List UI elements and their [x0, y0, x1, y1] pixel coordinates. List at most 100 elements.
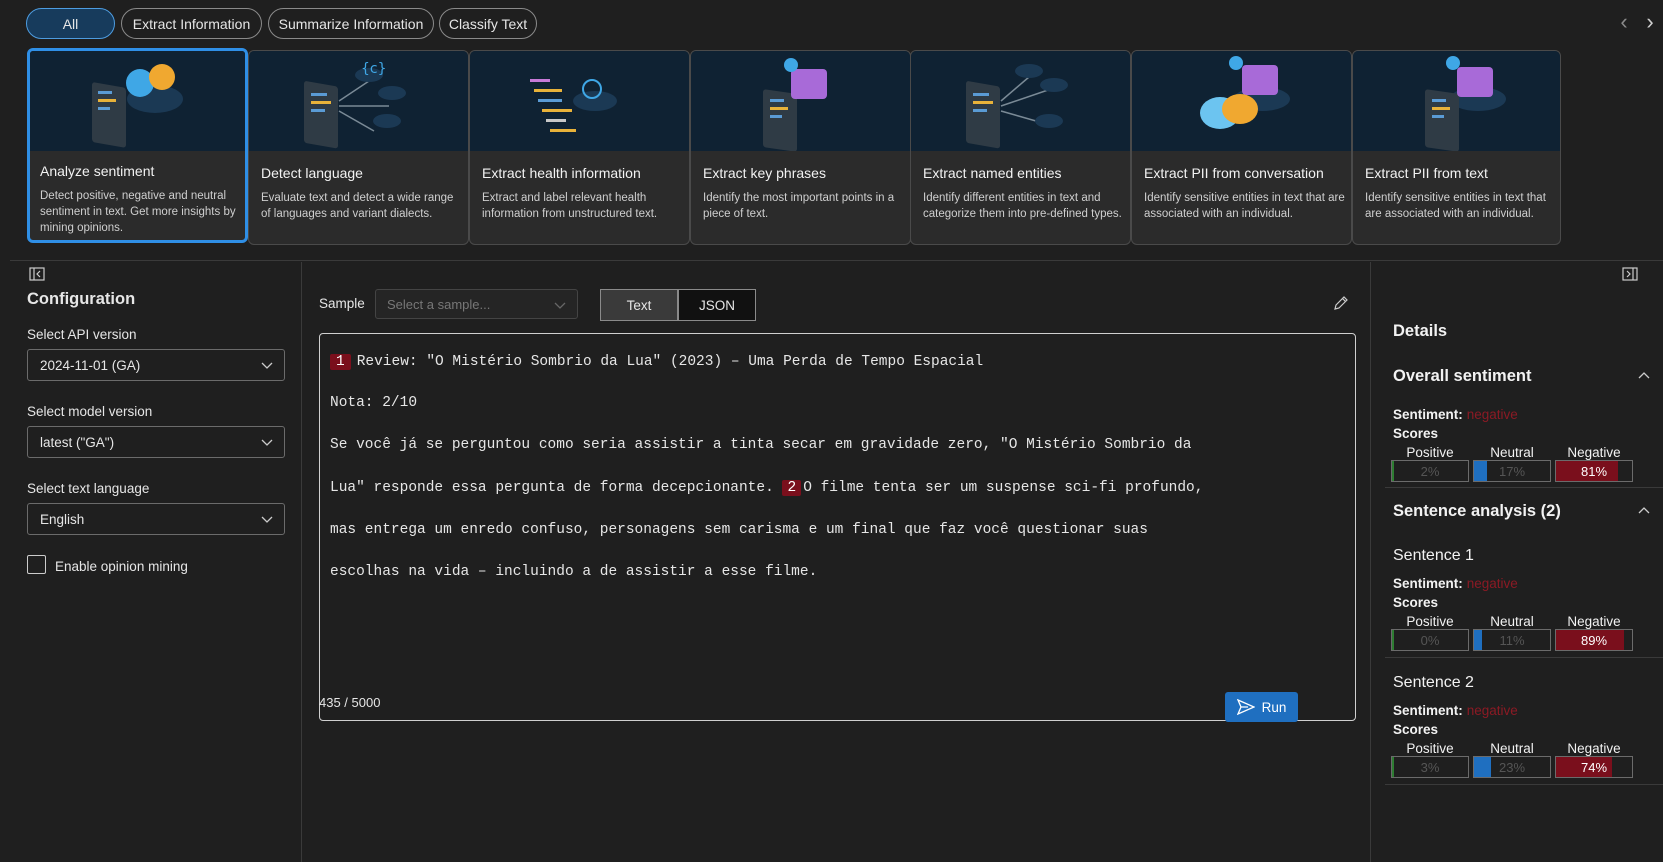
card-detect-language[interactable]: {c} Detect language Evaluate text and de… — [248, 50, 469, 245]
neutral-header: Neutral — [1490, 614, 1534, 629]
scenario-gallery: All Extract Information Summarize Inform… — [0, 0, 1663, 262]
divider — [1385, 487, 1663, 488]
card-title: Extract PII from text — [1365, 165, 1488, 181]
neutral-header: Neutral — [1490, 445, 1534, 460]
sentiment-label: Sentiment: — [1393, 576, 1463, 591]
card-extract-pii-text[interactable]: Extract PII from text Identify sensitive… — [1352, 50, 1561, 245]
sentence-2-negative-bar: 74% — [1555, 756, 1633, 778]
card-title: Extract health information — [482, 165, 641, 181]
sentence-2-negative-score: 74% — [1580, 759, 1608, 775]
filter-summarize-information[interactable]: Summarize Information — [268, 8, 434, 39]
positive-header: Positive — [1406, 614, 1454, 629]
overall-negative-bar: 81% — [1555, 460, 1633, 482]
overall-negative-score: 81% — [1580, 463, 1608, 479]
text-line-content: Lua" responde essa pergunta de forma dec… — [330, 480, 774, 496]
text-line: escolhas na vida – incluindo a de assist… — [330, 564, 818, 580]
text-language-select[interactable]: English — [27, 503, 285, 535]
api-version-select[interactable]: 2024-11-01 (GA) — [27, 349, 285, 381]
card-title: Analyze sentiment — [40, 163, 155, 179]
overall-positive-bar: 2% — [1391, 460, 1469, 482]
overall-neutral-score: 17% — [1498, 463, 1526, 479]
sentence-2-positive-score: 3% — [1420, 759, 1440, 775]
sample-select[interactable]: Select a sample... — [375, 289, 578, 319]
tab-text[interactable]: Text — [600, 289, 678, 321]
configuration-panel: Configuration Select API version 2024-11… — [10, 262, 302, 862]
card-extract-named-entities[interactable]: Extract named entities Identify differen… — [910, 50, 1131, 245]
chevron-down-icon — [554, 302, 566, 309]
card-extract-pii-conversation[interactable]: Extract PII from conversation Identify s… — [1131, 50, 1352, 245]
language-art-icon: {c} — [249, 51, 468, 151]
card-title: Extract named entities — [923, 165, 1062, 181]
sentence-marker: 1 — [330, 354, 351, 370]
chevron-down-icon — [261, 362, 273, 369]
divider — [1385, 784, 1663, 785]
text-line: Nota: 2/10 — [330, 395, 418, 411]
health-art-icon — [470, 51, 689, 151]
text-editor[interactable]: 1 Review: "O Mistério Sombrio da Lua" (20… — [319, 333, 1356, 721]
neutral-header: Neutral — [1490, 741, 1534, 756]
sentiment-value: negative — [1466, 407, 1518, 422]
filter-classify-text[interactable]: Classify Text — [439, 8, 537, 39]
scores-label: Scores — [1393, 426, 1439, 441]
sentence-marker: 2 — [782, 480, 802, 496]
positive-header: Positive — [1406, 741, 1454, 756]
text-line-content: O filme tenta ser um suspense sci-fi pro… — [803, 480, 1204, 496]
card-title: Detect language — [261, 165, 363, 181]
sentiment-row: Sentiment: negative — [1393, 576, 1518, 591]
sentence-1-positive-score: 0% — [1420, 632, 1440, 648]
sentence-1-title: Sentence 1 — [1393, 547, 1474, 564]
scroll-left-icon[interactable]: ‹ — [1614, 9, 1634, 34]
opinion-mining-label: Enable opinion mining — [55, 559, 188, 574]
model-version-select[interactable]: latest ("GA") — [27, 426, 285, 458]
pii-conversation-art-icon — [1132, 51, 1351, 151]
api-version-label: Select API version — [27, 327, 137, 342]
collapse-panel-icon[interactable] — [29, 267, 45, 281]
filter-extract-information[interactable]: Extract Information — [121, 8, 262, 39]
collapse-details-icon[interactable] — [1622, 267, 1638, 281]
chevron-down-icon — [261, 516, 273, 523]
text-line: Lua" responde essa pergunta de forma dec… — [330, 480, 1203, 496]
entities-art-icon — [911, 51, 1130, 151]
sentence-1-neutral-score: 11% — [1499, 632, 1525, 648]
text-line: 1 Review: "O Mistério Sombrio da Lua" (20… — [330, 354, 983, 370]
edit-pencil-icon[interactable] — [1332, 294, 1350, 312]
scores-label: Scores — [1393, 595, 1439, 610]
sentence-2-title: Sentence 2 — [1393, 674, 1474, 691]
sentiment-value: negative — [1466, 703, 1518, 718]
overall-neutral-bar: 17% — [1473, 460, 1551, 482]
chevron-up-icon[interactable] — [1637, 368, 1651, 382]
tab-json[interactable]: JSON — [678, 289, 756, 321]
card-description: Detect positive, negative and neutral se… — [40, 190, 236, 234]
divider — [1385, 657, 1663, 658]
chevron-up-icon[interactable] — [1637, 503, 1651, 517]
negative-header: Negative — [1567, 445, 1621, 460]
card-title: Extract key phrases — [703, 165, 826, 181]
sentiment-value: negative — [1466, 576, 1518, 591]
card-title: Extract PII from conversation — [1144, 165, 1324, 181]
configuration-title: Configuration — [27, 290, 136, 308]
filter-all[interactable]: All — [26, 8, 115, 39]
chevron-down-icon — [261, 439, 273, 446]
card-analyze-sentiment[interactable]: Analyze sentiment Detect positive, negat… — [27, 48, 248, 243]
sentence-1-negative-bar: 89% — [1555, 629, 1633, 651]
text-line-content: Review: "O Mistério Sombrio da Lua" (202… — [356, 354, 984, 370]
overall-sentiment-title: Overall sentiment — [1393, 367, 1532, 385]
negative-header: Negative — [1567, 741, 1621, 756]
card-description: Identify different entities in text and … — [923, 192, 1122, 220]
pii-text-art-icon — [1353, 51, 1560, 152]
opinion-mining-checkbox[interactable] — [27, 555, 46, 574]
card-description: Identify sensitive entities in text that… — [1365, 192, 1546, 220]
overall-positive-score: 2% — [1420, 463, 1440, 479]
card-extract-key-phrases[interactable]: Extract key phrases Identify the most im… — [690, 50, 911, 245]
card-description: Evaluate text and detect a wide range of… — [261, 192, 454, 220]
sentence-2-neutral-score: 23% — [1498, 759, 1526, 775]
sample-label: Sample — [319, 296, 365, 311]
sentence-2-neutral-bar: 23% — [1473, 756, 1551, 778]
details-panel: Details Overall sentiment Sentiment: nega… — [1370, 262, 1663, 862]
card-extract-health-information[interactable]: Extract health information Extract and l… — [469, 50, 690, 245]
scores-label: Scores — [1393, 722, 1439, 737]
card-description: Identify the most important points in a … — [703, 192, 895, 220]
run-button[interactable]: Run — [1225, 692, 1298, 722]
text-language-label: Select text language — [27, 481, 150, 496]
scroll-right-icon[interactable]: › — [1640, 9, 1660, 34]
